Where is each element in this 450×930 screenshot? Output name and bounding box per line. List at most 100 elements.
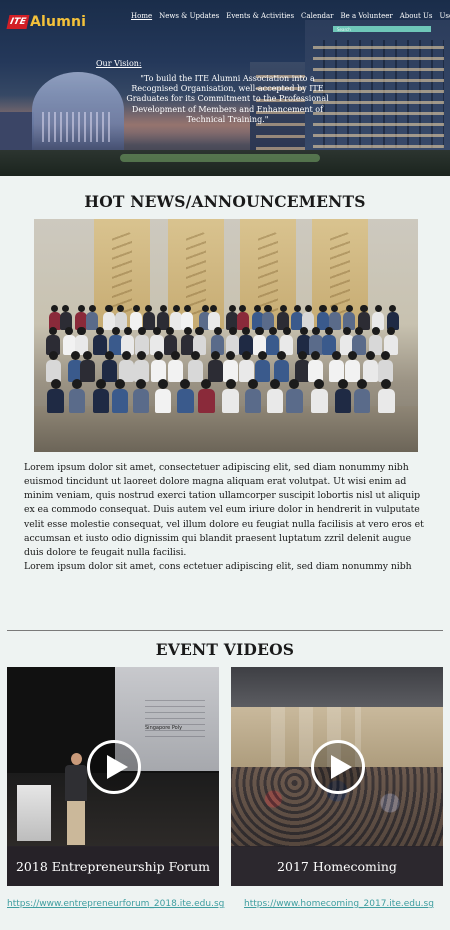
crowd-person-head xyxy=(255,327,264,336)
crowd-person-head xyxy=(121,351,131,360)
nav-item-home[interactable]: Home xyxy=(131,12,152,20)
crowd-person-head xyxy=(170,351,180,360)
crowd-person-body xyxy=(132,388,150,414)
crowd-person-body xyxy=(207,360,223,382)
crowd-person-head xyxy=(345,305,353,313)
crowd-person-head xyxy=(65,327,74,336)
crowd-person-body xyxy=(93,335,107,355)
crowd-person-head xyxy=(104,351,114,360)
nav-item-calendar[interactable]: Calendar xyxy=(301,12,333,20)
crowd-person-head xyxy=(343,327,352,336)
crowd-person-head xyxy=(77,305,85,313)
crowd-person-body xyxy=(344,360,360,382)
crowd-person-head xyxy=(132,305,140,313)
site-logo[interactable]: ITE Alumni xyxy=(6,14,87,30)
crowd xyxy=(42,305,414,452)
nav-item-links[interactable]: Useful Links xyxy=(440,12,450,20)
crowd-person-head xyxy=(71,379,82,389)
crowd-person-body xyxy=(154,388,172,414)
crowd-person-head xyxy=(279,305,287,313)
crowd-person-body xyxy=(68,388,86,414)
crowd-person-head xyxy=(77,327,86,336)
crowd-person-body xyxy=(80,360,96,382)
play-button[interactable] xyxy=(311,740,365,794)
video-card-homecoming[interactable]: 2017 Homecoming xyxy=(231,667,443,886)
crowd-person-head xyxy=(389,305,397,313)
logo-wordmark: Alumni xyxy=(30,14,87,30)
crowd-person-head xyxy=(374,305,382,313)
crowd-person-head xyxy=(311,351,321,360)
video-link-homecoming[interactable]: https://www.homecoming_2017.ite.edu.sg xyxy=(244,899,434,909)
crowd-person-head xyxy=(145,305,153,313)
vision-statement: "To build the ITE Alumni Association int… xyxy=(126,74,329,124)
crowd-person-head xyxy=(264,305,272,313)
crowd-person-head xyxy=(225,351,235,360)
crowd-person-head xyxy=(319,305,327,313)
play-button[interactable] xyxy=(87,740,141,794)
podium xyxy=(17,785,51,841)
crowd-person-body xyxy=(111,388,129,414)
play-icon xyxy=(331,755,352,779)
crowd-person-head xyxy=(105,305,113,313)
news-body: Lorem ipsum dolor sit amet, consectetuer… xyxy=(24,461,427,574)
crowd-person-body xyxy=(244,388,262,414)
crowd-person-body xyxy=(177,388,194,414)
section-divider xyxy=(7,630,443,631)
crowd-person-body xyxy=(188,360,204,382)
crowd-person-body xyxy=(353,388,371,414)
nav-item-events[interactable]: Events & Activities xyxy=(226,12,294,20)
crowd-person-head xyxy=(183,327,192,336)
crowd-person-head xyxy=(225,379,236,389)
crowd-person-head xyxy=(201,379,212,389)
search-input[interactable] xyxy=(333,26,431,32)
crowd-person-head xyxy=(159,305,167,313)
crowd-person-head xyxy=(337,379,348,389)
crowd-person-head xyxy=(213,327,222,336)
news-paragraph: Lorem ipsum dolor sit amet, consectetuer… xyxy=(24,462,424,558)
nav-item-about[interactable]: About Us xyxy=(400,12,433,20)
news-group-photo[interactable] xyxy=(34,219,418,452)
crowd-person-head xyxy=(293,305,301,313)
nav-item-news[interactable]: News & Updates xyxy=(159,12,219,20)
crowd-person-body xyxy=(311,388,328,414)
crowd-person-head xyxy=(70,351,80,360)
crowd-person-head xyxy=(50,379,61,389)
crowd-person-head xyxy=(289,379,300,389)
crowd-person-head xyxy=(83,351,93,360)
crowd-person-head xyxy=(136,351,146,360)
video-link-entrepreneurship[interactable]: https://www.entrepreneurforum_2018.ite.e… xyxy=(7,899,224,909)
crowd-person-head xyxy=(297,351,307,360)
crowd-person-head xyxy=(117,305,125,313)
crowd-person-head xyxy=(50,305,59,313)
crowd-person-head xyxy=(172,305,180,313)
crowd-person-head xyxy=(258,351,268,360)
crowd-person-head xyxy=(96,379,106,389)
crowd-person-head xyxy=(300,327,309,336)
nav-item-volunteer[interactable]: Be a Volunteer xyxy=(340,12,392,20)
speaker xyxy=(63,753,89,845)
crowd-person-body xyxy=(101,360,117,382)
crowd-person-head xyxy=(154,351,163,360)
video-card-entrepreneurship[interactable]: Singapore Poly 2018 Entrepreneurship For… xyxy=(7,667,219,886)
crowd-person-head xyxy=(152,327,161,336)
crowd-person-body xyxy=(222,388,239,414)
crowd-person-head xyxy=(62,305,70,313)
crowd-person-body xyxy=(167,360,183,382)
crowd-person-body xyxy=(198,388,215,414)
crowd-person-head xyxy=(365,351,375,360)
crowd-person-head xyxy=(312,327,321,336)
crowd-person-head xyxy=(269,379,280,389)
crowd-person-head xyxy=(210,351,220,360)
crowd-person-head xyxy=(248,379,258,389)
crowd-person-body xyxy=(255,360,271,382)
crowd-person-head xyxy=(180,379,191,389)
crowd-person-head xyxy=(371,327,380,336)
crowd-person-head xyxy=(157,379,168,389)
crowd-person-head xyxy=(195,327,204,336)
crowd-person-head xyxy=(238,305,247,313)
crowd-person-head xyxy=(253,305,262,313)
crowd-person-body xyxy=(294,360,310,382)
crowd-person-body xyxy=(266,388,284,414)
ite-logo-mark: ITE xyxy=(6,15,30,29)
crowd-person-body xyxy=(92,388,110,414)
